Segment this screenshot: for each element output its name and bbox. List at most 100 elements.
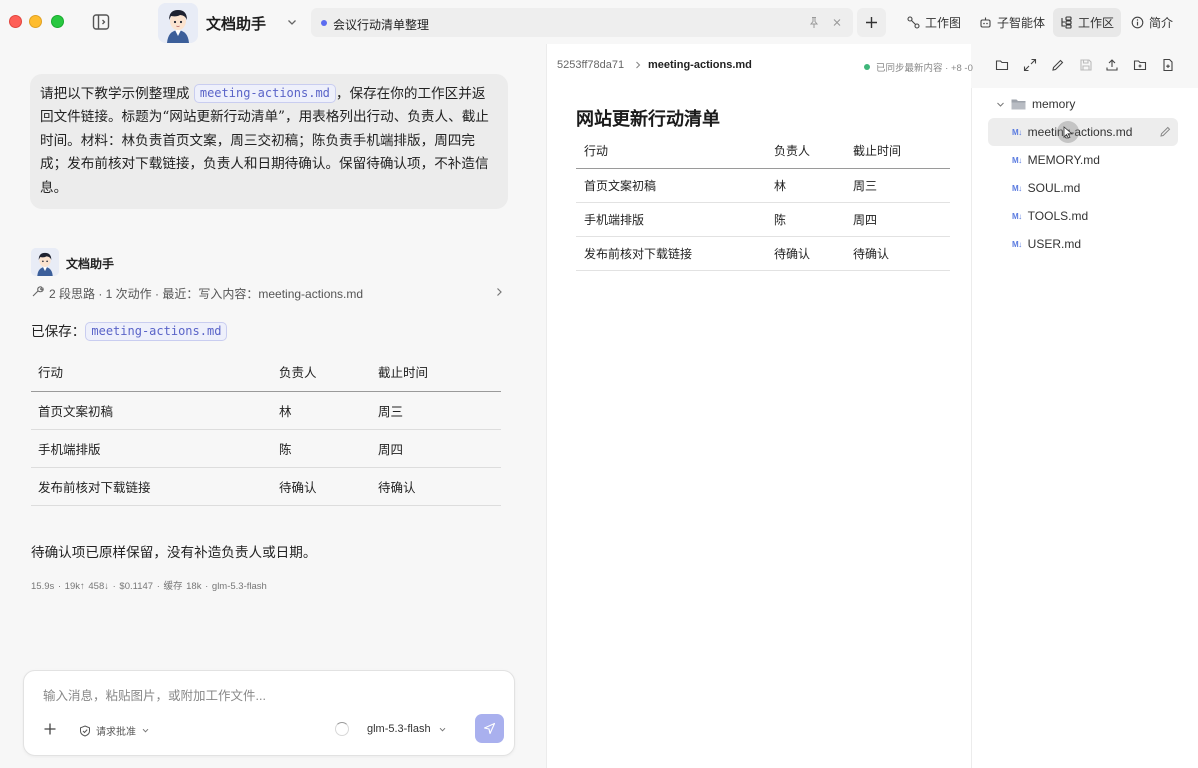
message-input[interactable]: 输入消息，粘贴图片，或附加工作文件... bbox=[43, 685, 266, 704]
chat-table: 行动 负责人 截止时间 首页文案初稿 林 周三 手机端排版 陈 周四 发布前核对… bbox=[31, 353, 501, 506]
file-chip[interactable]: meeting-actions.md bbox=[193, 84, 336, 103]
nav-intro-label: 简介 bbox=[1149, 16, 1174, 30]
edit-pencil-icon[interactable] bbox=[1051, 58, 1065, 72]
table-cell: 周三 bbox=[845, 168, 950, 203]
table-cell: 林 bbox=[766, 168, 845, 203]
new-folder-icon[interactable] bbox=[1133, 58, 1147, 72]
table-header: 截止时间 bbox=[371, 353, 501, 392]
title-bar: 文档助手 会议行动清单整理 工作图 子智能体 工作区 简介 bbox=[0, 0, 1198, 44]
saved-line: 已保存： meeting-actions.md bbox=[31, 320, 228, 341]
open-folder-icon[interactable] bbox=[995, 58, 1009, 72]
breadcrumb-commit[interactable]: 5253ff78da71 bbox=[557, 59, 624, 71]
folder-icon bbox=[1011, 99, 1026, 110]
table-cell: 首页文案初稿 bbox=[31, 391, 272, 430]
table-cell: 周四 bbox=[371, 429, 501, 468]
agent-avatar[interactable] bbox=[158, 3, 198, 43]
approval-label: 请求批准 bbox=[96, 727, 136, 738]
close-tab-icon[interactable] bbox=[831, 16, 843, 29]
editor-pane: 5253ff78da71 meeting-actions.md 已同步最新内容 … bbox=[546, 44, 1173, 768]
new-file-icon[interactable] bbox=[1161, 58, 1175, 72]
composer: 输入消息，粘贴图片，或附加工作文件... 请求批准 glm-5.3-flash bbox=[23, 670, 515, 756]
sync-status-text: 已同步最新内容 · +8 -0 bbox=[876, 63, 973, 74]
table-row: 发布前核对下载链接 待确认 待确认 bbox=[31, 467, 501, 506]
robot-icon bbox=[980, 17, 991, 28]
chevron-down-icon bbox=[439, 727, 445, 732]
table-row: 发布前核对下载链接 待确认 待确认 bbox=[576, 236, 950, 271]
shield-icon bbox=[80, 724, 90, 737]
markdown-file-icon: M↓ bbox=[1012, 127, 1022, 137]
breadcrumb-file[interactable]: meeting-actions.md bbox=[648, 59, 752, 71]
nav-graph[interactable]: 工作图 bbox=[900, 8, 968, 37]
table-cell: 待确认 bbox=[371, 467, 501, 506]
markdown-file-icon: M↓ bbox=[1012, 211, 1022, 221]
tree-folder-memory[interactable]: memory bbox=[996, 96, 1075, 112]
chevron-right-icon[interactable] bbox=[494, 286, 504, 298]
tree-file-meeting-actions[interactable]: M↓ meeting-actions.md bbox=[988, 118, 1178, 146]
tree-file-label: meeting-actions.md bbox=[1027, 125, 1133, 139]
tree-folder-label: memory bbox=[1032, 97, 1076, 111]
table-row: 手机端排版 陈 周四 bbox=[576, 202, 950, 237]
table-header: 负责人 bbox=[766, 134, 845, 169]
tree-file-tools[interactable]: M↓ TOOLS.md bbox=[988, 202, 1178, 230]
file-tree: memory M↓ meeting-actions.md M↓ MEMORY.m… bbox=[971, 88, 1198, 768]
tree-file-label: TOOLS.md bbox=[1027, 209, 1089, 223]
session-tab[interactable]: 会议行动清单整理 bbox=[311, 8, 853, 37]
saved-file-link[interactable]: meeting-actions.md bbox=[85, 322, 228, 341]
model-select[interactable]: glm-5.3-flash bbox=[367, 723, 447, 735]
mouse-cursor-icon bbox=[1057, 121, 1079, 143]
send-icon bbox=[483, 722, 496, 735]
tree-file-user[interactable]: M↓ USER.md bbox=[988, 230, 1178, 258]
table-header: 行动 bbox=[31, 353, 272, 392]
graph-icon bbox=[907, 16, 920, 29]
user-message: 请把以下教学示例整理成 meeting-actions.md ，保存在你的工作区并… bbox=[30, 74, 508, 209]
table-row: 手机端排版 陈 周四 bbox=[31, 429, 501, 468]
sync-status: 已同步最新内容 · +8 -0 bbox=[864, 60, 973, 74]
upload-icon[interactable] bbox=[1105, 58, 1119, 72]
table-cell: 首页文案初稿 bbox=[576, 168, 766, 203]
workspace-icon bbox=[1061, 16, 1072, 29]
table-cell: 发布前核对下载链接 bbox=[576, 236, 766, 271]
minimize-window-button[interactable] bbox=[29, 15, 42, 28]
save-icon[interactable] bbox=[1079, 58, 1093, 72]
table-cell: 待确认 bbox=[845, 236, 950, 271]
table-cell: 周四 bbox=[845, 202, 950, 237]
wrench-icon bbox=[32, 286, 44, 297]
assistant-summary: 待确认项已原样保留，没有补造负责人或日期。 bbox=[31, 545, 317, 561]
nav-workspace[interactable]: 工作区 bbox=[1053, 8, 1122, 37]
saved-label: 已保存： bbox=[31, 324, 86, 340]
approval-mode-select[interactable]: 请求批准 bbox=[79, 723, 150, 738]
table-cell: 发布前核对下载链接 bbox=[31, 467, 272, 506]
close-window-button[interactable] bbox=[9, 15, 22, 28]
send-button[interactable] bbox=[475, 714, 504, 743]
document-title: 网站更新行动清单 bbox=[576, 109, 720, 129]
tree-file-label: MEMORY.md bbox=[1027, 153, 1100, 167]
zoom-window-button[interactable] bbox=[51, 15, 64, 28]
sidebar-toggle-icon[interactable] bbox=[92, 13, 110, 31]
user-message-text: 请把以下教学示例整理成 bbox=[40, 86, 194, 102]
table-cell: 待确认 bbox=[766, 236, 845, 271]
pin-icon[interactable] bbox=[808, 16, 820, 29]
trace-summary[interactable]: 2 段思路 · 1 次动作 · 最近：写入内容：meeting-actions.… bbox=[31, 284, 506, 301]
trace-text: 2 段思路 · 1 次动作 · 最近：写入内容：meeting-actions.… bbox=[49, 287, 364, 301]
attach-plus-icon[interactable] bbox=[43, 722, 57, 736]
chevron-down-icon[interactable] bbox=[285, 15, 299, 29]
table-cell: 周三 bbox=[371, 391, 501, 430]
nav-subagents[interactable]: 子智能体 bbox=[972, 8, 1052, 37]
assistant-name: 文档助手 bbox=[66, 257, 115, 271]
tree-file-soul[interactable]: M↓ SOUL.md bbox=[988, 174, 1178, 202]
nav-subagents-label: 子智能体 bbox=[997, 16, 1046, 30]
nav-intro[interactable]: 简介 bbox=[1124, 8, 1180, 37]
info-icon bbox=[1131, 16, 1144, 29]
rename-pencil-icon[interactable] bbox=[1159, 125, 1172, 138]
agent-name[interactable]: 文档助手 bbox=[206, 13, 266, 34]
table-header: 截止时间 bbox=[845, 134, 950, 169]
markdown-file-icon: M↓ bbox=[1012, 239, 1022, 249]
session-status-dot bbox=[321, 20, 327, 26]
table-cell: 手机端排版 bbox=[576, 202, 766, 237]
table-row: 首页文案初稿 林 周三 bbox=[31, 391, 501, 430]
tree-file-memory[interactable]: M↓ MEMORY.md bbox=[988, 146, 1178, 174]
new-tab-button[interactable] bbox=[857, 8, 886, 37]
chevron-down-icon bbox=[142, 728, 149, 733]
expand-icon[interactable] bbox=[1023, 58, 1037, 72]
table-header: 负责人 bbox=[272, 353, 371, 392]
